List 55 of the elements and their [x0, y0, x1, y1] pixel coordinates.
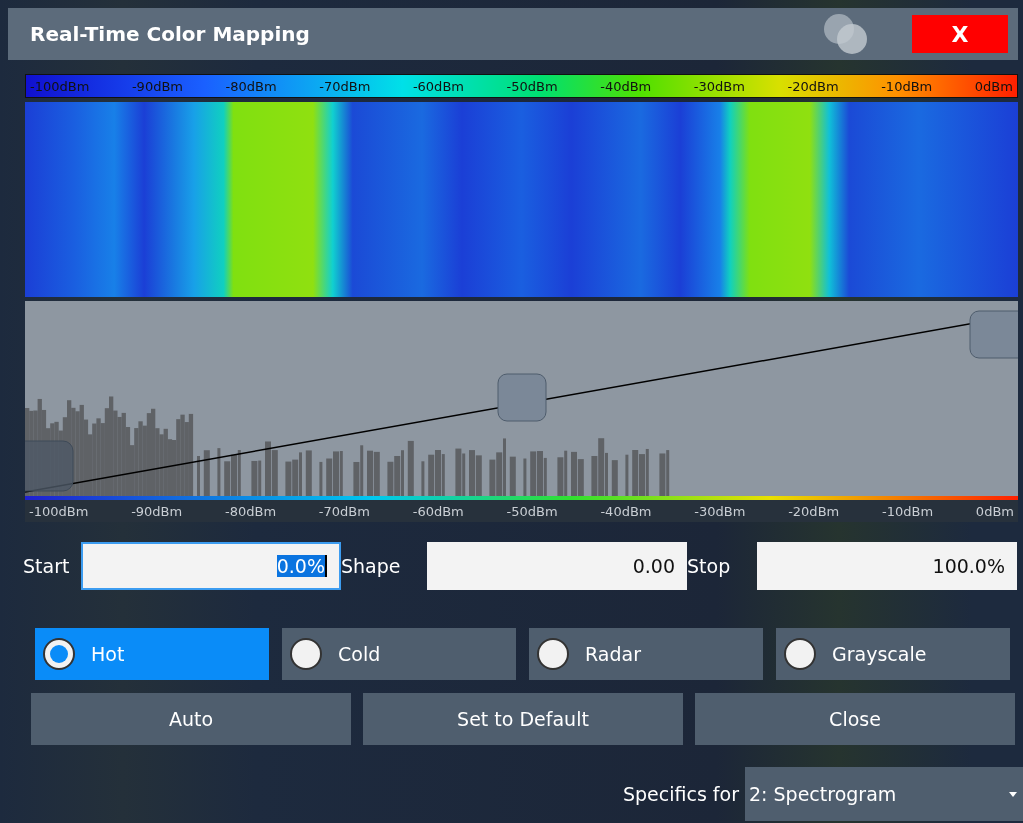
- action-button[interactable]: Auto: [31, 693, 351, 745]
- scale-label: -50dBm: [506, 78, 558, 94]
- value-field[interactable]: 100.0%: [757, 542, 1017, 590]
- histogram-bar: [421, 461, 425, 496]
- scale-label: -50dBm: [506, 503, 558, 519]
- color-scheme-radio[interactable]: Hot: [35, 628, 269, 680]
- specifics-dropdown[interactable]: 2: Spectrogram: [745, 767, 1023, 821]
- scale-label: -20dBm: [788, 503, 840, 519]
- curve-handle[interactable]: [25, 440, 74, 492]
- scale-label: -30dBm: [693, 78, 745, 94]
- scale-label: -70dBm: [318, 503, 370, 519]
- histogram-bar: [203, 450, 210, 496]
- histogram-bar: [217, 448, 221, 496]
- color-scheme-radio[interactable]: Radar: [529, 628, 763, 680]
- scale-label: -90dBm: [131, 503, 183, 519]
- curve-handle[interactable]: [497, 373, 547, 422]
- histogram-bar: [305, 450, 312, 496]
- scale-label: -40dBm: [600, 503, 652, 519]
- action-button[interactable]: Close: [695, 693, 1015, 745]
- scale-label: -20dBm: [787, 78, 839, 94]
- scale-label: -40dBm: [600, 78, 652, 94]
- scale-label: 0dBm: [975, 503, 1014, 519]
- scale-label: -70dBm: [319, 78, 371, 94]
- window-title: Real-Time Color Mapping: [30, 22, 311, 46]
- value-field[interactable]: 0.00: [427, 542, 687, 590]
- histogram-bar: [407, 440, 414, 496]
- specifics-label: Specifics for: [623, 783, 739, 805]
- field-label: Start: [23, 555, 71, 577]
- scale-label: -80dBm: [225, 78, 277, 94]
- scale-label: -90dBm: [131, 78, 183, 94]
- overlapping-circles-icon: [822, 12, 870, 56]
- scale-label: -80dBm: [225, 503, 277, 519]
- scale-label: -100dBm: [29, 503, 89, 519]
- value-field[interactable]: 0.0%: [81, 542, 341, 590]
- histogram-bar: [319, 461, 323, 496]
- scale-label: -10dBm: [881, 78, 933, 94]
- scale-label: 0dBm: [974, 78, 1013, 94]
- scale-label: -100dBm: [30, 78, 90, 94]
- histogram-bar: [611, 460, 618, 496]
- curve-handle[interactable]: [969, 310, 1018, 359]
- scale-label: -10dBm: [882, 503, 934, 519]
- field-label: Shape: [341, 555, 402, 577]
- histogram-bar: [523, 458, 527, 496]
- color-scheme-radio[interactable]: Grayscale: [776, 628, 1010, 680]
- scale-label: -60dBm: [412, 78, 464, 94]
- scale-label: -30dBm: [694, 503, 746, 519]
- histogram-bar: [197, 456, 200, 496]
- histogram-bar: [509, 456, 516, 496]
- scale-label: -60dBm: [412, 503, 464, 519]
- color-scheme-radio[interactable]: Cold: [282, 628, 516, 680]
- action-button[interactable]: Set to Default: [363, 693, 683, 745]
- caret-icon: [1009, 791, 1017, 797]
- field-label: Stop: [687, 555, 732, 577]
- histogram-bar: [625, 454, 629, 496]
- window-close-button[interactable]: X: [912, 15, 1008, 53]
